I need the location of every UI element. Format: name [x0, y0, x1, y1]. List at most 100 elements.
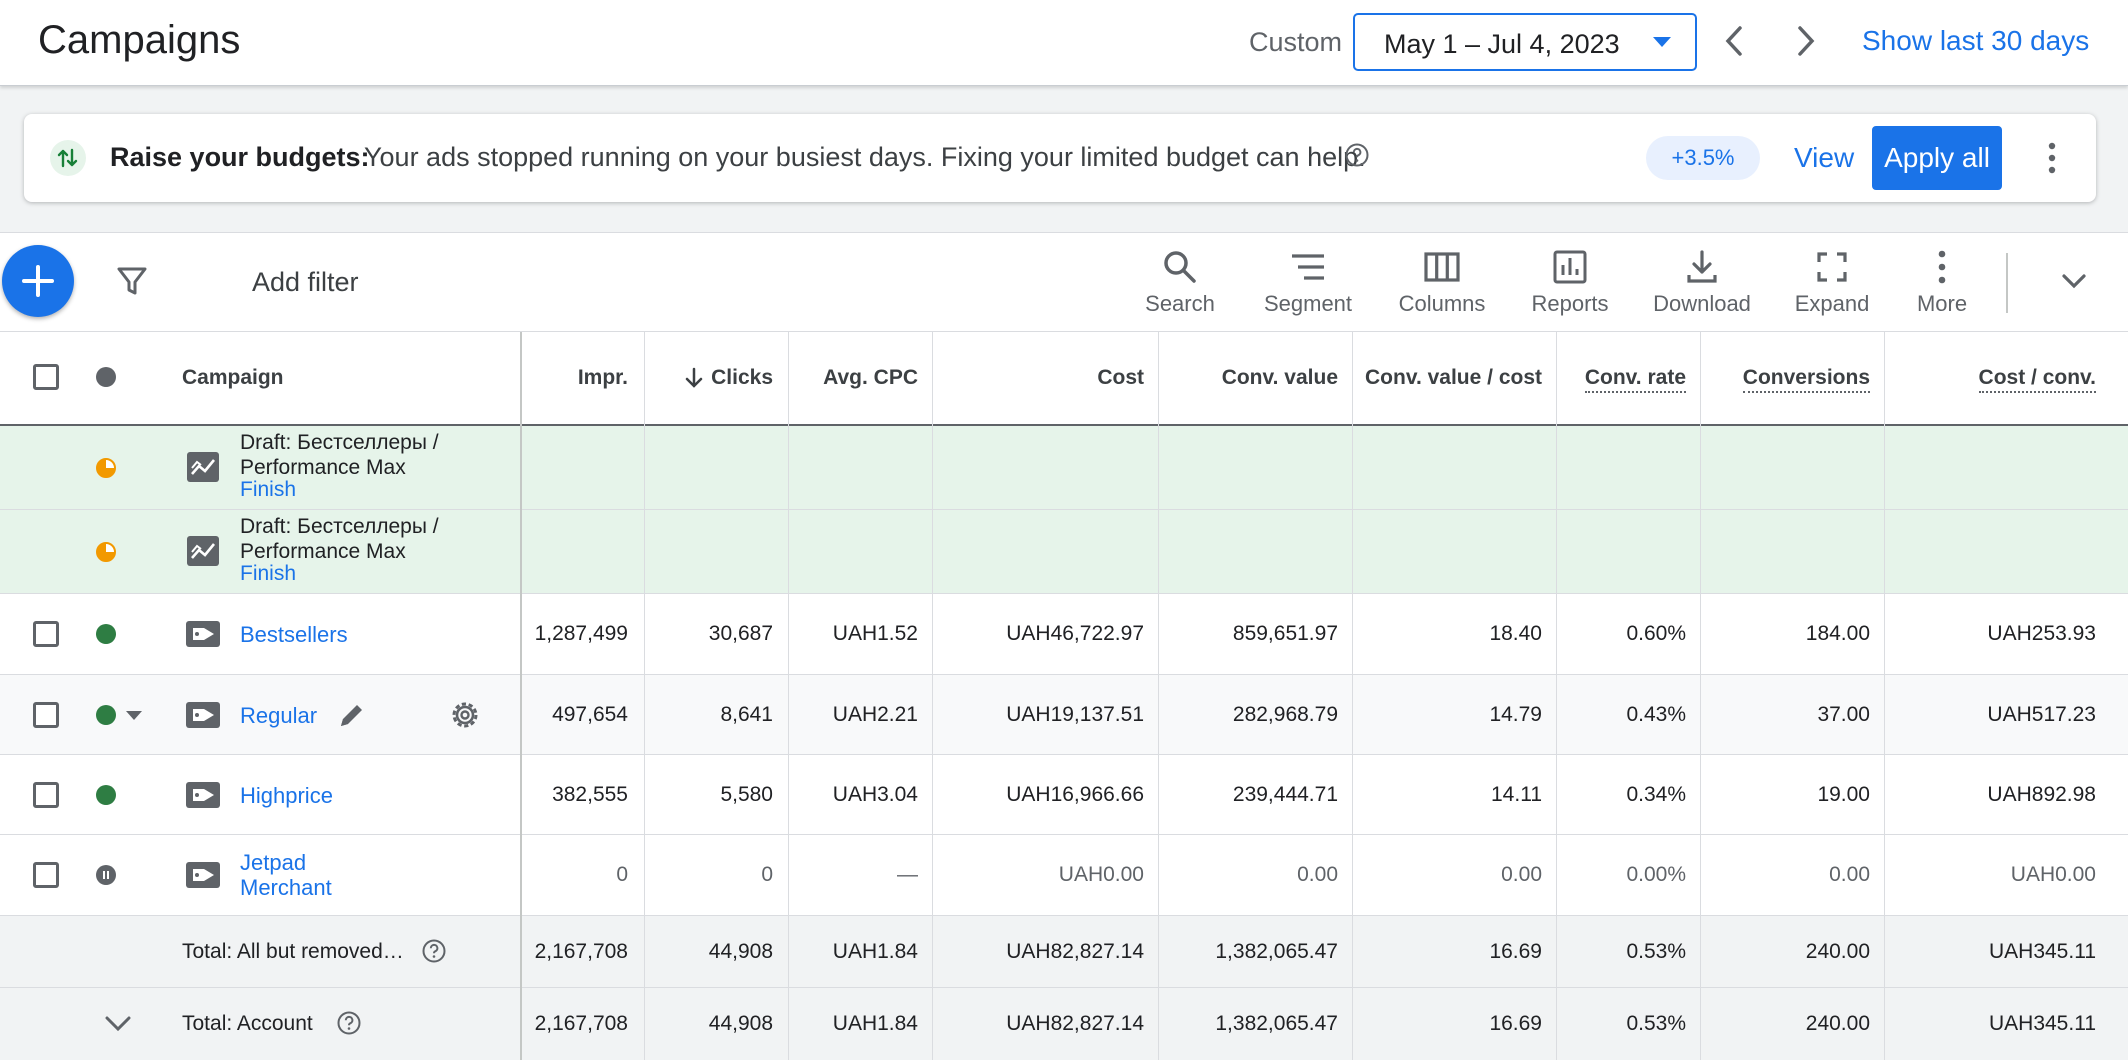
- conv-value-cell: 859,651.97: [1232, 622, 1338, 645]
- banner-heading: Raise your budgets:: [110, 142, 370, 172]
- clicks-cell: 8,641: [720, 703, 773, 726]
- status-column-icon[interactable]: [96, 367, 116, 387]
- edit-pencil-icon[interactable]: [336, 699, 368, 731]
- row-checkbox[interactable]: [33, 782, 59, 808]
- gear-icon[interactable]: [448, 698, 482, 732]
- conversions-cell: 240.00: [1805, 940, 1870, 963]
- select-all-checkbox[interactable]: [33, 364, 59, 390]
- search-label: Search: [1145, 291, 1215, 316]
- conversions-cell: 37.00: [1817, 703, 1870, 726]
- sort-descending-icon: [685, 367, 703, 388]
- avg-cpc-cell: UAH1.84: [832, 940, 918, 963]
- banner-more-options-button[interactable]: [2042, 138, 2062, 178]
- enabled-status-icon[interactable]: [96, 705, 116, 725]
- expand-button[interactable]: Expand: [1792, 247, 1872, 327]
- total-row: Total: Account 2,167,708 44,908 UAH1.84 …: [0, 988, 2128, 1060]
- conv-value-cost-cell: 16.69: [1489, 940, 1542, 963]
- cost-cell: UAH19,137.51: [1006, 703, 1144, 726]
- draft-campaign-name: Draft: Бестселлеры / Performance Max: [240, 515, 439, 563]
- conv-value-cost-cell: 0.00: [1501, 863, 1542, 886]
- header-campaign[interactable]: Campaign: [182, 366, 284, 390]
- conv-rate-cell: 0.00%: [1626, 863, 1686, 886]
- header-cost[interactable]: Cost: [1097, 366, 1144, 390]
- enabled-status-icon[interactable]: [96, 624, 116, 644]
- clicks-cell: 30,687: [708, 622, 773, 645]
- view-link[interactable]: View: [1794, 142, 1854, 174]
- draft-row: Draft: Бестселлеры / Performance Max Fin…: [0, 426, 2128, 510]
- impr-cell: 0: [616, 863, 628, 886]
- budget-trend-icon: [50, 140, 86, 176]
- conv-value-cell: 0.00: [1297, 863, 1338, 886]
- cost-conv-cell: UAH892.98: [1987, 783, 2096, 806]
- segment-button[interactable]: Segment: [1262, 247, 1354, 327]
- more-button[interactable]: More: [1910, 247, 1974, 327]
- header-clicks[interactable]: Clicks: [683, 366, 773, 390]
- total-label: Total: All but removed…: [182, 940, 404, 963]
- cost-conv-cell: UAH345.11: [1988, 1012, 2096, 1035]
- download-button[interactable]: Download: [1650, 247, 1754, 327]
- header-avg-cpc[interactable]: Avg. CPC: [823, 366, 918, 390]
- cost-cell: UAH0.00: [1058, 863, 1144, 886]
- clicks-cell: 5,580: [720, 783, 773, 806]
- table-row: Regular 497,654 8,641 UAH2.21 UAH19,137.…: [0, 675, 2128, 755]
- reports-label: Reports: [1531, 291, 1609, 316]
- table-row: Highprice 382,555 5,580 UAH3.04 UAH16,96…: [0, 755, 2128, 835]
- show-last-30-days-link[interactable]: Show last 30 days: [1862, 25, 2089, 57]
- reports-button[interactable]: Reports: [1528, 247, 1612, 327]
- campaign-name-link[interactable]: Bestsellers: [240, 622, 348, 648]
- page: Campaigns Custom May 1 – Jul 4, 2023 Sho…: [0, 0, 2128, 1060]
- columns-button[interactable]: Columns: [1394, 247, 1490, 327]
- conv-value-cell: 282,968.79: [1232, 703, 1338, 726]
- cost-cell: UAH16,966.66: [1006, 783, 1144, 806]
- apply-all-button[interactable]: Apply all: [1872, 126, 2002, 190]
- collapse-toolbar-button[interactable]: [2056, 261, 2092, 301]
- header-impr[interactable]: Impr.: [578, 366, 628, 390]
- avg-cpc-cell: UAH1.52: [832, 622, 918, 645]
- campaign-name-link[interactable]: Jetpad Merchant: [240, 850, 350, 900]
- enabled-status-icon[interactable]: [96, 785, 116, 805]
- expand-totals-button[interactable]: [100, 1010, 136, 1038]
- header-cost-conv[interactable]: Cost / conv.: [1978, 366, 2096, 393]
- previous-period-button[interactable]: [1714, 18, 1754, 64]
- header-conversions[interactable]: Conversions: [1742, 366, 1870, 393]
- recommendation-banner: Raise your budgets: Your ads stopped run…: [24, 114, 2096, 202]
- finish-draft-link[interactable]: Finish: [240, 478, 296, 502]
- table-header-row: Campaign Impr. Clicks Avg. CPC Cost Conv…: [0, 332, 2128, 426]
- search-button[interactable]: Search: [1140, 247, 1220, 327]
- conv-rate-cell: 0.53%: [1626, 1012, 1686, 1035]
- date-range-value: May 1 – Jul 4, 2023: [1384, 29, 1620, 59]
- campaign-name-link[interactable]: Highprice: [240, 783, 333, 809]
- finish-draft-link[interactable]: Finish: [240, 562, 296, 586]
- impr-cell: 382,555: [552, 783, 628, 806]
- impr-cell: 1,287,499: [534, 622, 628, 645]
- performance-max-icon: [184, 448, 222, 486]
- page-title: Campaigns: [38, 18, 241, 62]
- campaign-name-link[interactable]: Regular: [240, 703, 317, 729]
- paused-status-icon[interactable]: [96, 865, 116, 885]
- help-icon[interactable]: [336, 1010, 362, 1036]
- row-checkbox[interactable]: [33, 702, 59, 728]
- cost-conv-cell: UAH253.93: [1987, 622, 2096, 645]
- row-checkbox[interactable]: [33, 621, 59, 647]
- date-range-picker[interactable]: May 1 – Jul 4, 2023: [1353, 13, 1697, 71]
- chevron-down-icon: [2062, 274, 2086, 289]
- cost-cell: UAH82,827.14: [1006, 1012, 1144, 1035]
- help-icon[interactable]: [421, 938, 447, 964]
- header-conv-value-cost[interactable]: Conv. value / cost: [1365, 366, 1542, 390]
- status-dropdown-icon[interactable]: [126, 711, 142, 720]
- create-campaign-button[interactable]: [2, 245, 74, 317]
- filter-icon[interactable]: [114, 263, 150, 299]
- frozen-column-divider: [520, 332, 522, 1060]
- help-icon[interactable]: [1344, 142, 1370, 168]
- columns-icon: [1424, 252, 1460, 282]
- column-divider: [932, 332, 933, 1060]
- header-conv-rate[interactable]: Conv. rate: [1584, 366, 1686, 393]
- download-label: Download: [1653, 291, 1751, 316]
- row-checkbox[interactable]: [33, 862, 59, 888]
- add-filter-input[interactable]: Add filter: [252, 267, 359, 298]
- conv-value-cell: 239,444.71: [1232, 783, 1338, 806]
- header-conv-value[interactable]: Conv. value: [1222, 366, 1338, 390]
- next-period-button[interactable]: [1786, 18, 1826, 64]
- toolbar-divider: [2006, 253, 2008, 313]
- shopping-tag-icon: [184, 696, 222, 734]
